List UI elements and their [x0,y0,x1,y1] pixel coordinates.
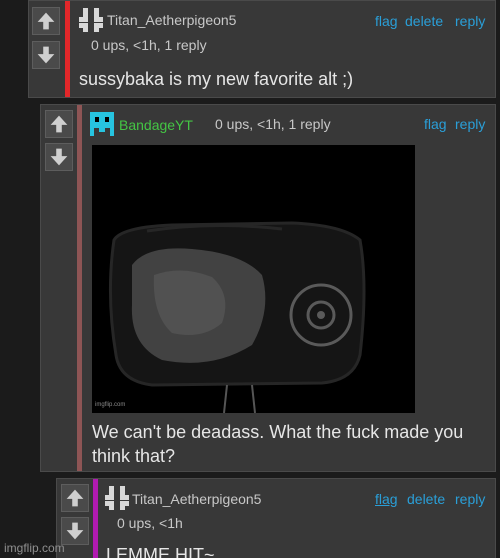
comment-meta: 0 ups, <1h [117,515,183,531]
comment-author[interactable]: Titan_Aetherpigeon5 [107,12,236,28]
downvote-button[interactable] [45,143,73,171]
comment-image[interactable]: imgflip.com [92,145,415,413]
comment-meta: 0 ups, <1h, 1 reply [215,116,331,132]
comment-1: Titan_Aetherpigeon5 0 ups, <1h, 1 reply … [28,0,496,98]
user-avatar[interactable] [90,112,114,136]
arrow-down-icon [37,46,55,64]
comment-body: sussybaka is my new favorite alt ;) [79,69,354,89]
drawing-image [108,221,366,413]
comment-meta: 0 ups, <1h, 1 reply [91,37,207,53]
pixel-avatar-icon [90,112,114,136]
comment-body-line-1: We can't be deadass. What the fuck made … [92,422,464,442]
pixel-avatar-icon [79,8,103,32]
image-watermark: imgflip.com [95,402,126,408]
flag-link[interactable]: flag [375,491,398,507]
delete-link[interactable]: delete [407,491,445,507]
comment-author[interactable]: Titan_Aetherpigeon5 [132,491,261,507]
comment-thread: Titan_Aetherpigeon5 0 ups, <1h, 1 reply … [0,0,500,558]
comment-3-stripe [93,479,98,558]
comment-2: BandageYT 0 ups, <1h, 1 reply flag reply [40,104,496,472]
comment-1-stripe [65,1,70,97]
upvote-button[interactable] [61,484,89,512]
reply-link[interactable]: reply [455,491,485,507]
arrow-up-icon [50,115,68,133]
comment-body: LEMME HIT~ [106,545,215,558]
comment-3: Titan_Aetherpigeon5 0 ups, <1h flag dele… [56,478,496,558]
upvote-button[interactable] [45,110,73,138]
flag-link[interactable]: flag [424,116,447,132]
site-watermark: imgflip.com [4,541,65,555]
arrow-down-icon [66,522,84,540]
flag-link[interactable]: flag [375,13,398,29]
arrow-down-icon [50,148,68,166]
comment-author[interactable]: BandageYT [119,117,193,133]
downvote-button[interactable] [32,41,60,69]
delete-link[interactable]: delete [405,13,443,29]
user-avatar[interactable] [79,8,103,32]
comment-body-line-2: think that? [92,446,176,466]
reply-link[interactable]: reply [455,116,485,132]
pixel-avatar-icon [105,486,129,510]
reply-link[interactable]: reply [455,13,485,29]
arrow-up-icon [66,489,84,507]
user-avatar[interactable] [105,486,129,510]
arrow-up-icon [37,12,55,30]
upvote-button[interactable] [32,7,60,35]
comment-2-stripe [77,105,82,471]
downvote-button[interactable] [61,517,89,545]
